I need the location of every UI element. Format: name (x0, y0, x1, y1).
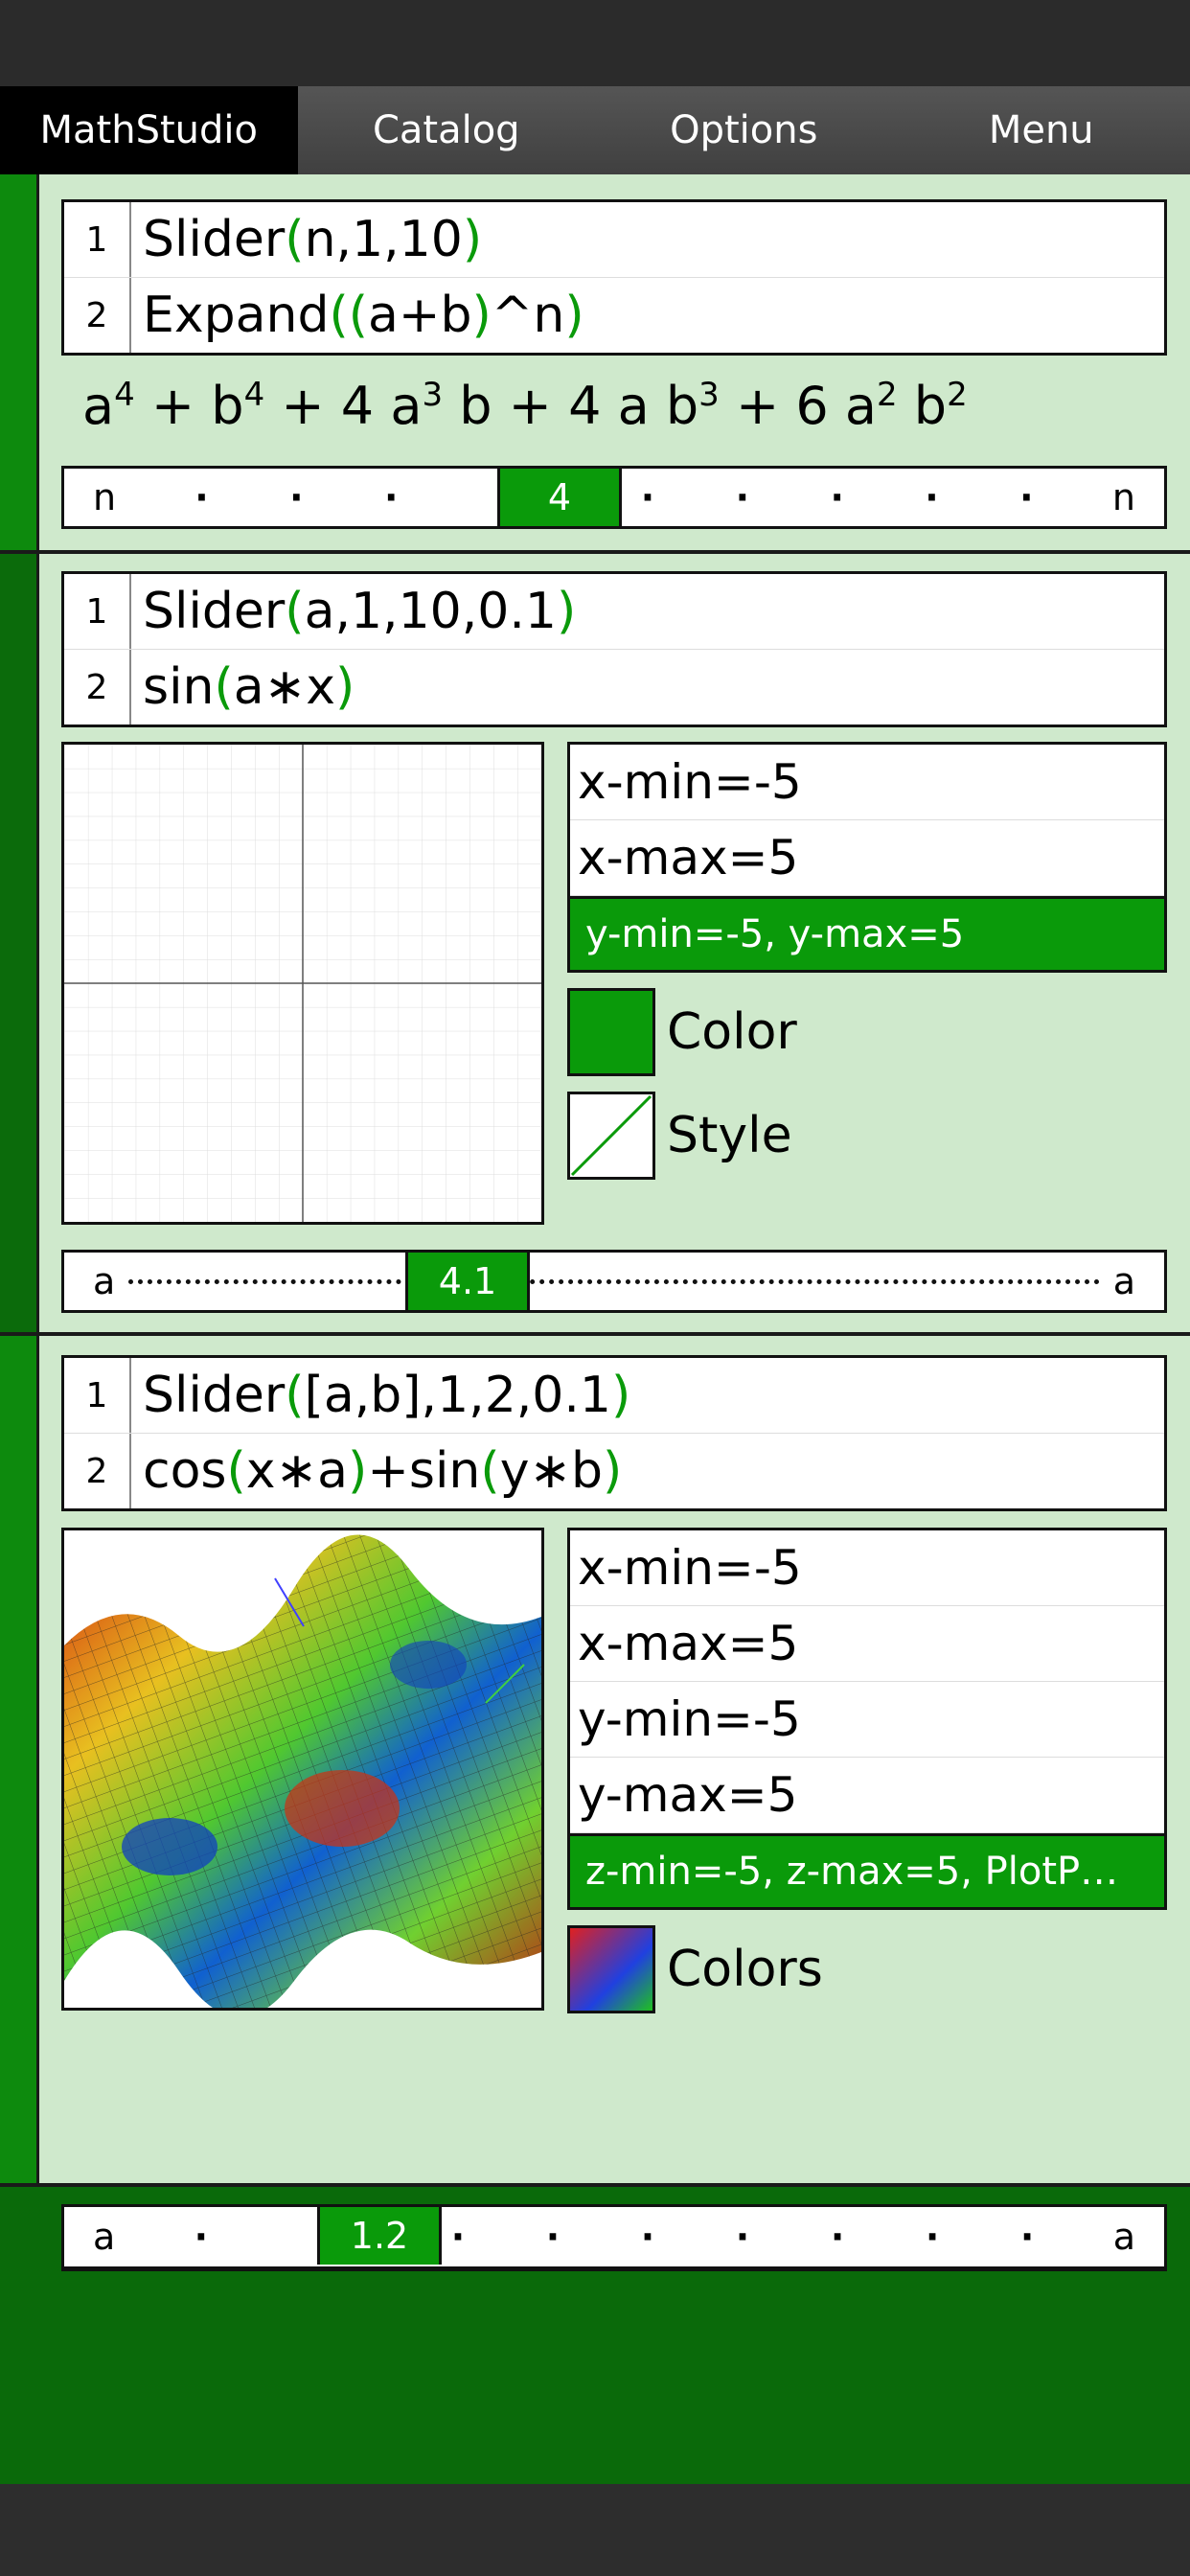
options-box[interactable]: x-min=-5 x-max=5 y-min=-5 y-max=5 z-min=… (567, 1528, 1167, 1910)
input-line[interactable]: 2 Expand((a+b)^n) (64, 278, 1164, 353)
slider-var-label: n (93, 476, 117, 518)
slider-thumb[interactable]: 4 (497, 469, 622, 526)
slider-thumb[interactable]: 4.1 (405, 1253, 530, 1310)
tab-options[interactable]: Options (595, 86, 893, 174)
input-box[interactable]: 1 Slider(n,1,10) 2 Expand((a+b)^n) (61, 199, 1167, 356)
line-number: 2 (64, 1434, 131, 1508)
sine-plot-svg (64, 745, 541, 1222)
colors-swatch[interactable] (567, 1925, 655, 2013)
option-line[interactable]: x-max=5 (570, 820, 1164, 896)
color-row[interactable]: Color (567, 988, 1167, 1076)
style-row[interactable]: Style (567, 1092, 1167, 1180)
slider-track: · · · · · · · · (194, 2216, 1035, 2258)
slider-var-label: a (93, 2216, 116, 2258)
options-more-bar[interactable]: z-min=-5, z-max=5, PlotP… (570, 1833, 1164, 1907)
line-text: Slider([a,b],1,2,0.1) (143, 1367, 631, 1424)
option-line[interactable]: x-min=-5 (570, 1530, 1164, 1606)
line-text: sin(a∗x) (143, 658, 355, 716)
input-line[interactable]: 2 sin(a∗x) (64, 650, 1164, 724)
slider-a[interactable]: a · · · · · · · · a 1.2 (61, 2204, 1167, 2269)
option-line[interactable]: x-max=5 (570, 1606, 1164, 1682)
entry-sine-plot: 1 Slider(a,1,10,0.1) 2 sin(a∗x) x-min=-5 x… (0, 554, 1190, 1336)
options-more-bar[interactable]: y-min=-5, y-max=5 (570, 896, 1164, 970)
entry-gutter[interactable] (0, 1336, 39, 2183)
color-label: Color (667, 1003, 797, 1061)
slider-n[interactable]: n · · · · · · · · n 4 (61, 466, 1167, 529)
style-label: Style (667, 1107, 792, 1164)
tab-catalog[interactable]: Catalog (297, 86, 595, 174)
surface-plot[interactable] (61, 1528, 544, 2011)
colors-row[interactable]: Colors (567, 1925, 1167, 2013)
input-line[interactable]: 2 cos(x∗a)+sin(y∗b) (64, 1434, 1164, 1508)
notebook-content[interactable]: 1 Slider(n,1,10) 2 Expand((a+b)^n) a4 + b4… (0, 174, 1190, 2484)
slider-thumb[interactable]: 1.2 (317, 2207, 442, 2265)
status-bar (0, 0, 1190, 86)
line-text: Slider(a,1,10,0.1) (143, 583, 577, 640)
line-number: 2 (64, 278, 131, 353)
style-icon[interactable] (567, 1092, 655, 1180)
line-number: 1 (64, 1358, 131, 1433)
line-number: 1 (64, 574, 131, 649)
sine-plot[interactable] (61, 742, 544, 1225)
slider-a[interactable]: a a 4.1 (61, 1250, 1167, 1313)
line-number: 1 (64, 202, 131, 277)
plot-options: x-min=-5 x-max=5 y-min=-5 y-max=5 z-min=… (567, 1528, 1167, 2013)
surface-plot-svg (64, 1530, 541, 2008)
input-box[interactable]: 1 Slider(a,1,10,0.1) 2 sin(a∗x) (61, 571, 1167, 727)
tab-menu[interactable]: Menu (892, 86, 1190, 174)
option-line[interactable]: x-min=-5 (570, 745, 1164, 820)
entry-gutter[interactable] (0, 554, 39, 1332)
line-text: Slider(n,1,10) (143, 211, 483, 268)
color-swatch[interactable] (567, 988, 655, 1076)
slider-var-label: n (1111, 476, 1135, 518)
line-number: 2 (64, 650, 131, 724)
entry-surface-plot: 1 Slider([a,b],1,2,0.1) 2 cos(x∗a)+sin(y∗b… (0, 1336, 1190, 2271)
expand-result: a4 + b4 + 4 a3 b + 4 a b3 + 6 a2 b2 (82, 376, 968, 436)
input-line[interactable]: 1 Slider(a,1,10,0.1) (64, 574, 1164, 650)
input-line[interactable]: 1 Slider([a,b],1,2,0.1) (64, 1358, 1164, 1434)
plot-options: x-min=-5 x-max=5 y-min=-5, y-max=5 Color… (567, 742, 1167, 1180)
input-box[interactable]: 1 Slider([a,b],1,2,0.1) 2 cos(x∗a)+sin(y∗b… (61, 1355, 1167, 1511)
entry-expand: 1 Slider(n,1,10) 2 Expand((a+b)^n) a4 + b4… (0, 174, 1190, 554)
slider-var-label: a (93, 1260, 116, 1302)
entry-gutter[interactable] (0, 174, 39, 550)
line-text: Expand((a+b)^n) (143, 287, 584, 344)
slider-track (128, 1278, 1100, 1284)
top-tab-bar: MathStudio Catalog Options Menu (0, 86, 1190, 174)
options-box[interactable]: x-min=-5 x-max=5 y-min=-5, y-max=5 (567, 742, 1167, 973)
tab-mathstudio[interactable]: MathStudio (0, 86, 298, 174)
option-line[interactable]: y-max=5 (570, 1758, 1164, 1833)
input-line[interactable]: 1 Slider(n,1,10) (64, 202, 1164, 278)
line-text: cos(x∗a)+sin(y∗b) (143, 1442, 623, 1500)
colors-label: Colors (667, 1941, 823, 1998)
option-line[interactable]: y-min=-5 (570, 1682, 1164, 1758)
slider-var-label: a (1112, 2216, 1135, 2258)
slider-var-label: a (1112, 1260, 1135, 1302)
